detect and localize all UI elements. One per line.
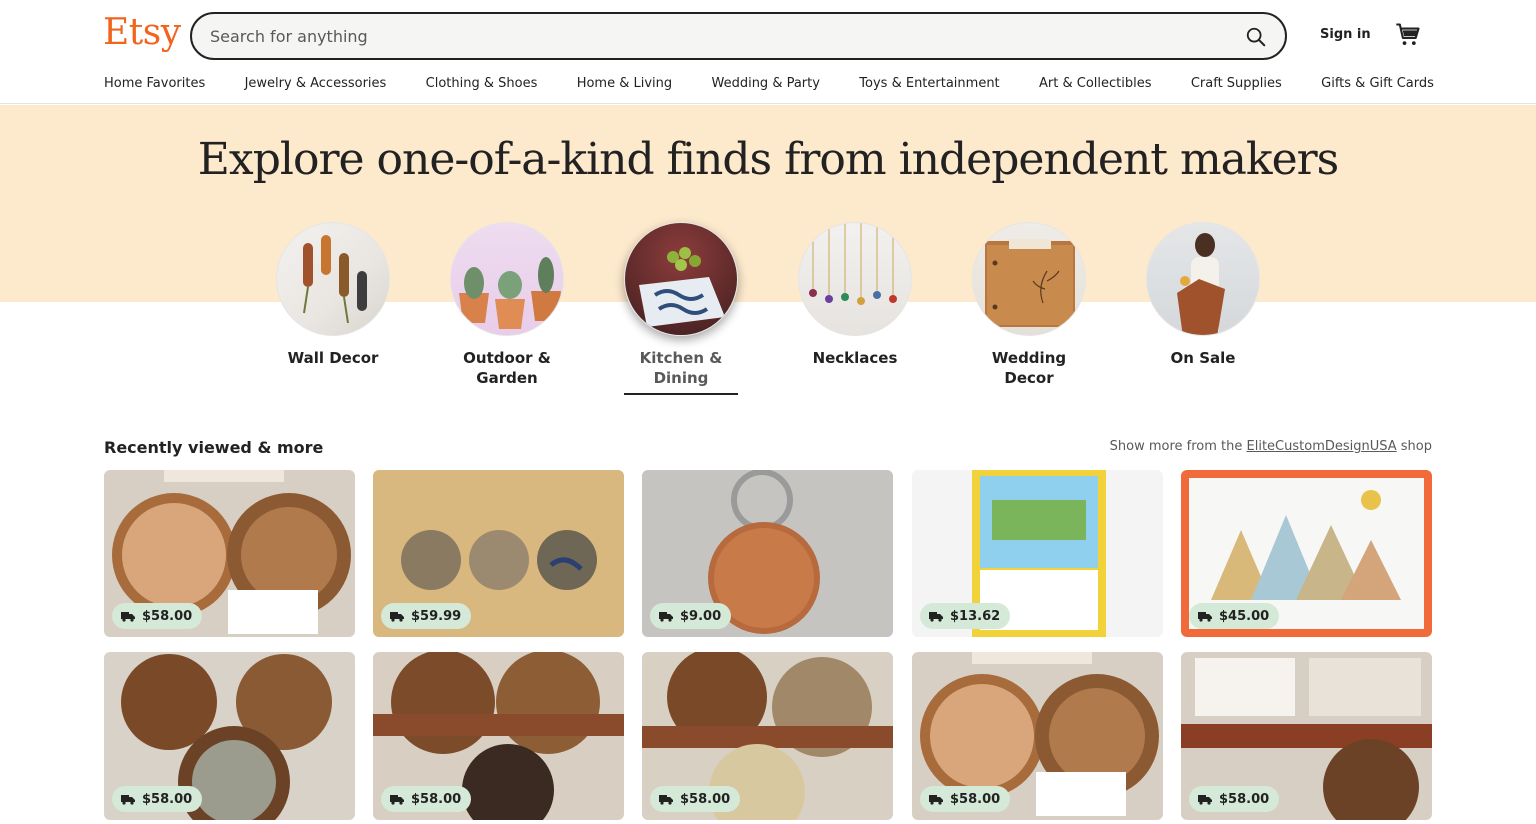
price: $58.00 — [142, 791, 193, 807]
nav-art-collectibles[interactable]: Art & Collectibles — [1039, 76, 1151, 91]
category-label: Outdoor & Garden — [463, 349, 551, 387]
listing-tile[interactable]: $58.00 — [373, 652, 624, 820]
nav-wedding-party[interactable]: Wedding & Party — [711, 76, 819, 91]
price-badge: $9.00 — [650, 603, 732, 629]
free-shipping-truck-icon — [121, 612, 135, 622]
on-sale-image — [1146, 222, 1260, 336]
show-more-from-shop: Show more from the EliteCustomDesignUSA … — [1110, 439, 1432, 454]
outdoor-garden-image — [450, 222, 564, 336]
price: $9.00 — [680, 608, 722, 624]
category-label: Wall Decor — [287, 349, 379, 367]
price-badge: $59.99 — [381, 603, 472, 629]
recently-viewed-title: Recently viewed & more — [104, 438, 324, 457]
nav-gifts-gift-cards[interactable]: Gifts & Gift Cards — [1321, 76, 1434, 91]
listing-tile[interactable]: $45.00 — [1181, 470, 1432, 637]
search-bar — [190, 12, 1287, 60]
wall-decor-image — [276, 222, 390, 336]
site-header: Etsy Sign in Home Favorites Jewelry & Ac… — [0, 0, 1536, 104]
free-shipping-truck-icon — [929, 795, 943, 805]
cart-button[interactable] — [1394, 21, 1422, 49]
free-shipping-truck-icon — [390, 795, 404, 805]
listing-tile[interactable]: $58.00 — [1181, 652, 1432, 820]
free-shipping-truck-icon — [929, 612, 943, 622]
price-badge: $58.00 — [650, 786, 741, 812]
kitchen-dining-image — [624, 222, 738, 336]
hero-title: Explore one-of-a-kind finds from indepen… — [197, 134, 1339, 185]
listing-tile[interactable]: $13.62 — [912, 470, 1163, 637]
free-shipping-truck-icon — [659, 612, 673, 622]
category-nav: Home Favorites Jewelry & Accessories Clo… — [104, 76, 1434, 91]
price: $58.00 — [411, 791, 462, 807]
category-wedding-decor[interactable]: Wedding Decor — [972, 222, 1086, 388]
sign-in-link[interactable]: Sign in — [1320, 27, 1371, 42]
category-label: On Sale — [1170, 349, 1236, 367]
price: $58.00 — [142, 608, 193, 624]
price-badge: $58.00 — [112, 786, 203, 812]
listing-tile[interactable]: $58.00 — [104, 470, 355, 637]
price: $59.99 — [411, 608, 462, 624]
price: $45.00 — [1219, 608, 1270, 624]
nav-home-living[interactable]: Home & Living — [577, 76, 672, 91]
listing-tile[interactable]: $58.00 — [912, 652, 1163, 820]
category-label: Kitchen & Dining — [639, 349, 723, 387]
etsy-logo[interactable]: Etsy — [103, 12, 181, 53]
shop-link[interactable]: EliteCustomDesignUSA — [1247, 439, 1397, 454]
category-necklaces[interactable]: Necklaces — [798, 222, 912, 368]
show-more-prefix: Show more from the — [1109, 439, 1243, 454]
show-more-suffix: shop — [1400, 439, 1432, 454]
free-shipping-truck-icon — [1198, 795, 1212, 805]
nav-jewelry-accessories[interactable]: Jewelry & Accessories — [245, 76, 387, 91]
price-badge: $58.00 — [112, 603, 203, 629]
listing-tile[interactable]: $58.00 — [642, 652, 893, 820]
price: $58.00 — [680, 791, 731, 807]
category-kitchen-dining[interactable]: Kitchen & Dining — [624, 222, 738, 395]
necklaces-image — [798, 222, 912, 336]
search-input[interactable] — [210, 24, 1190, 48]
category-wall-decor[interactable]: Wall Decor — [276, 222, 390, 368]
price: $58.00 — [1219, 791, 1270, 807]
price: $13.62 — [950, 608, 1001, 624]
category-outdoor-garden[interactable]: Outdoor & Garden — [450, 222, 564, 388]
category-label: Necklaces — [812, 349, 898, 367]
listing-tile[interactable]: $9.00 — [642, 470, 893, 637]
price-badge: $58.00 — [920, 786, 1011, 812]
free-shipping-truck-icon — [659, 795, 673, 805]
price-badge: $58.00 — [381, 786, 472, 812]
nav-clothing-shoes[interactable]: Clothing & Shoes — [426, 76, 538, 91]
cart-icon — [1396, 23, 1420, 46]
free-shipping-truck-icon — [390, 612, 404, 622]
free-shipping-truck-icon — [121, 795, 135, 805]
wedding-decor-image — [972, 222, 1086, 336]
listing-tile[interactable]: $59.99 — [373, 470, 624, 637]
price-badge: $45.00 — [1189, 603, 1280, 629]
listing-tile[interactable]: $58.00 — [104, 652, 355, 820]
active-category-underline — [624, 393, 738, 395]
category-label: Wedding Decor — [991, 349, 1067, 387]
price-badge: $58.00 — [1189, 786, 1280, 812]
price: $58.00 — [950, 791, 1001, 807]
category-circles: Wall Decor Outdoor & Garden Kitchen & Di… — [276, 222, 1266, 402]
nav-craft-supplies[interactable]: Craft Supplies — [1191, 76, 1282, 91]
search-icon — [1246, 27, 1266, 47]
free-shipping-truck-icon — [1198, 612, 1212, 622]
search-button[interactable] — [1239, 20, 1273, 54]
nav-toys-entertainment[interactable]: Toys & Entertainment — [859, 76, 999, 91]
nav-home-favorites[interactable]: Home Favorites — [104, 76, 205, 91]
price-badge: $13.62 — [920, 603, 1011, 629]
category-on-sale[interactable]: On Sale — [1146, 222, 1260, 368]
